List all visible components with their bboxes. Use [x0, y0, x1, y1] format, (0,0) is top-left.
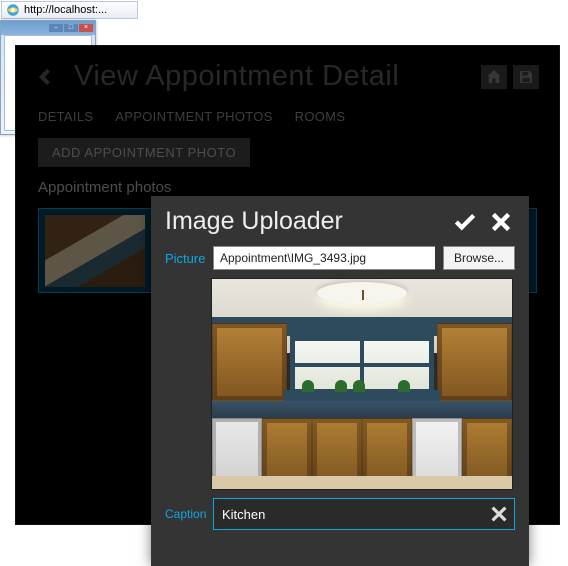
win-min-icon[interactable]: – [49, 24, 63, 32]
image-uploader-dialog: Image Uploader Picture Appointment\IMG_3… [151, 196, 529, 566]
browse-button[interactable]: Browse... [443, 246, 515, 270]
file-path-field[interactable]: Appointment\IMG_3493.jpg [213, 246, 435, 270]
picture-label: Picture [165, 251, 205, 266]
ie-icon [6, 3, 20, 17]
clear-caption-button[interactable] [488, 503, 510, 525]
cancel-button[interactable] [487, 209, 515, 235]
caption-input-wrapper [213, 498, 515, 530]
browser-tab: http://localhost:... [1, 1, 138, 19]
caption-label: Caption [165, 507, 205, 521]
image-preview [211, 278, 513, 490]
caption-input[interactable] [222, 507, 488, 522]
dialog-title: Image Uploader [165, 207, 443, 236]
win-close-icon[interactable]: × [79, 24, 93, 32]
win-max-icon[interactable]: □ [64, 24, 78, 32]
browser-url: http://localhost:... [24, 4, 107, 16]
app-window: View Appointment Detail DETAILS APPOINTM… [15, 45, 560, 525]
confirm-button[interactable] [451, 209, 479, 235]
